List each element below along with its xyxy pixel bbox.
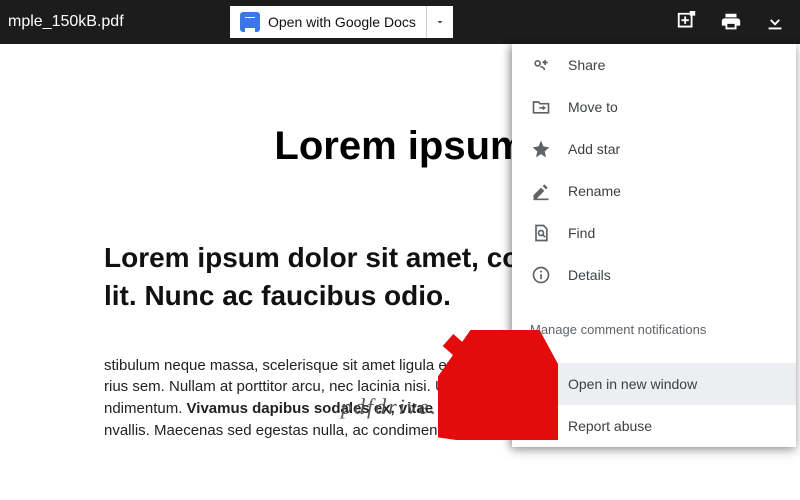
menu-separator [512, 296, 796, 308]
open-with-button[interactable]: Open with Google Docs [230, 6, 427, 38]
caret-down-icon [434, 16, 446, 28]
menu-item-move-to[interactable]: Move to [512, 86, 796, 128]
menu-separator [512, 351, 796, 363]
find-icon [530, 222, 552, 244]
menu-item-label: Find [568, 225, 595, 241]
toolbar-actions [676, 11, 792, 33]
menu-item-report-abuse[interactable]: Report abuse [512, 405, 796, 447]
more-actions-menu: Share Move to Add star Rename Find Detai… [512, 44, 796, 447]
file-name: mple_150kB.pdf [8, 13, 124, 31]
details-icon [530, 264, 552, 286]
rename-icon [530, 180, 552, 202]
menu-item-label: Add star [568, 141, 620, 157]
menu-item-label: Open in new window [568, 376, 697, 392]
add-to-drive-button[interactable] [676, 11, 698, 33]
menu-item-open-new-window[interactable]: Open in new window [512, 363, 796, 405]
menu-item-details[interactable]: Details [512, 254, 796, 296]
print-button[interactable] [720, 11, 742, 33]
menu-item-label: Report abuse [568, 418, 652, 434]
open-with-label: Open with Google Docs [268, 14, 416, 30]
report-abuse-icon [530, 415, 552, 437]
download-button[interactable] [764, 11, 786, 33]
download-icon [764, 11, 786, 33]
menu-item-manage-comments[interactable]: Manage comment notifications [512, 308, 796, 351]
open-in-new-icon [530, 373, 552, 395]
menu-item-label: Move to [568, 99, 618, 115]
menu-item-share[interactable]: Share [512, 44, 796, 86]
menu-item-label: Details [568, 267, 611, 283]
move-icon [530, 96, 552, 118]
star-icon [530, 138, 552, 160]
menu-item-label: Share [568, 57, 605, 73]
add-to-drive-icon [676, 11, 698, 33]
google-docs-icon [240, 12, 260, 32]
print-icon [720, 11, 742, 33]
viewer-toolbar: mple_150kB.pdf Open with Google Docs [0, 0, 800, 44]
menu-item-find[interactable]: Find [512, 212, 796, 254]
share-icon [530, 54, 552, 76]
open-with-group: Open with Google Docs [230, 6, 453, 38]
menu-item-rename[interactable]: Rename [512, 170, 796, 212]
open-with-dropdown-button[interactable] [427, 6, 453, 38]
menu-item-label: Rename [568, 183, 621, 199]
menu-item-add-star[interactable]: Add star [512, 128, 796, 170]
